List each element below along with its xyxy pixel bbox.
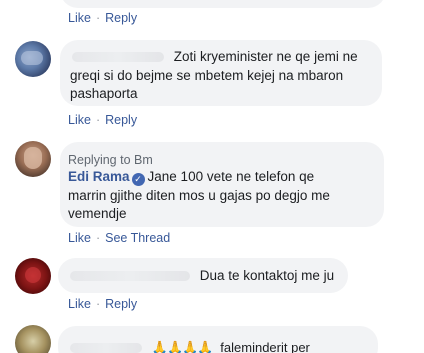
like-link[interactable]: Like [68, 113, 91, 127]
author-name-redacted[interactable] [72, 52, 164, 63]
author-name-redacted[interactable] [70, 343, 142, 353]
comment-text: faleminderit per [220, 340, 310, 353]
comment-text: Dua te kontaktoj me ju [199, 268, 335, 283]
comment-actions-3: Like · Reply [68, 297, 137, 311]
avatar[interactable] [15, 41, 51, 77]
comment-bubble: Zoti kryeminister ne qe jemi ne greqi si… [60, 40, 382, 106]
comment-feed: Like · Reply Zoti kryeminister ne qe jem… [0, 0, 424, 353]
author-name[interactable]: Edi Rama [68, 169, 130, 184]
separator: · [95, 231, 101, 245]
reply-link[interactable]: Reply [105, 297, 137, 311]
comment-text-line: marrin gjithe diten mos u gajas po degjo… [68, 188, 330, 203]
comment-text-line: greqi si do bejme se mbetem kejej na mba… [70, 68, 344, 83]
comment-actions-2: Like · See Thread [68, 231, 170, 245]
avatar-photo [21, 51, 43, 65]
comment-text-line: Zoti kryeminister ne qe jemi ne [173, 49, 358, 64]
comment-text-line: vemendje [68, 206, 127, 221]
author-name-redacted[interactable] [70, 271, 190, 282]
reply-link[interactable]: Reply [105, 113, 137, 127]
separator: · [95, 113, 101, 127]
comment-text-line: pashaporta [70, 86, 138, 101]
comment-bubble-previous [60, 0, 386, 8]
comment-text-line: Jane 100 vete ne telefon qe [147, 169, 315, 184]
verified-badge-icon: ✓ [131, 173, 145, 186]
comment-bubble-reply: Replying to Bm Edi Rama ✓ Jane 100 vete ne… [60, 142, 384, 227]
separator: · [95, 297, 101, 311]
avatar-photo [24, 147, 42, 169]
comment-actions-1: Like · Reply [68, 113, 137, 127]
see-thread-link[interactable]: See Thread [105, 231, 170, 245]
avatar-photo [25, 267, 41, 283]
like-link[interactable]: Like [68, 297, 91, 311]
like-link[interactable]: Like [68, 231, 91, 245]
replying-to-label: Replying to Bm [68, 153, 153, 167]
comment-bubble: Dua te kontaktoj me ju [58, 258, 348, 293]
comment-bubble: 🙏🙏🙏🙏 faleminderit per [58, 326, 378, 353]
folded-hands-icon: 🙏🙏🙏🙏 [151, 340, 214, 353]
separator: · [95, 11, 101, 25]
like-link[interactable]: Like [68, 11, 91, 25]
reply-link[interactable]: Reply [105, 11, 137, 25]
avatar[interactable] [15, 325, 51, 353]
avatar[interactable] [15, 258, 51, 294]
avatar-edi-rama[interactable] [15, 141, 51, 177]
comment-actions-0: Like · Reply [68, 11, 137, 25]
